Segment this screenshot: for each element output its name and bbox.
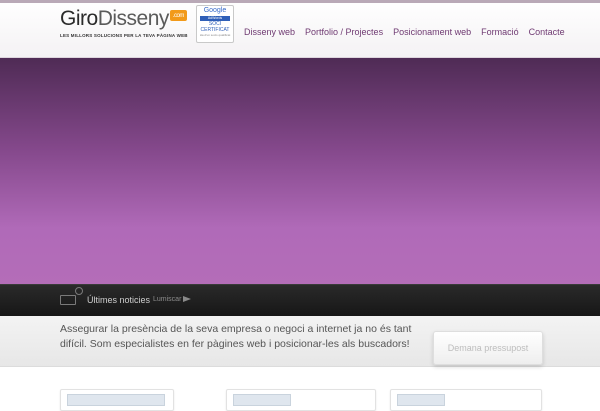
logo-tagline: LES MILLORS SOLUCIONS PER LA TEVA PÀGINA… bbox=[60, 33, 188, 38]
card-thumbnail bbox=[233, 394, 291, 406]
feature-cards-row bbox=[0, 384, 600, 411]
card-thumbnail bbox=[397, 394, 445, 406]
feature-card[interactable] bbox=[226, 389, 376, 411]
card-thumbnail bbox=[67, 394, 165, 406]
news-bar: Últimes noticies Lumiscar bbox=[0, 284, 600, 317]
feature-card[interactable] bbox=[60, 389, 174, 411]
news-item-link[interactable]: Lumiscar bbox=[153, 296, 181, 303]
promo-text: Assegurar la presència de la seva empres… bbox=[60, 323, 412, 350]
logo-name-part2: Disseny bbox=[97, 7, 170, 30]
clock-icon bbox=[75, 287, 83, 295]
promo-strip: Assegurar la presència de la seva empres… bbox=[0, 316, 600, 367]
tv-icon bbox=[60, 295, 76, 305]
top-accent-line bbox=[0, 0, 600, 3]
hero-banner bbox=[0, 58, 600, 285]
logo-domain-badge: .com bbox=[169, 10, 187, 21]
nav-item-contacte[interactable]: Contacte bbox=[529, 27, 565, 37]
nav-item-portfolio[interactable]: Portfolio / Projectes bbox=[305, 27, 383, 37]
nav-item-disseny-web[interactable]: Disseny web bbox=[244, 27, 295, 37]
logo-wordmark: GiroDisseny .com bbox=[60, 8, 188, 30]
site-logo[interactable]: GiroDisseny .com LES MILLORS SOLUCIONS PE… bbox=[60, 8, 188, 39]
site-header: GiroDisseny .com LES MILLORS SOLUCIONS PE… bbox=[0, 0, 600, 58]
badge-small-text: Ha d'un socis qualificat bbox=[199, 33, 231, 37]
request-quote-button[interactable]: Demana pressupost bbox=[433, 331, 543, 365]
main-nav: Disseny web Portfolio / Projectes Posici… bbox=[244, 27, 575, 37]
google-partner-badge[interactable]: Google AdWords SOCI CERTIFICAT Ha d'un s… bbox=[196, 5, 234, 43]
arrow-icon[interactable] bbox=[183, 296, 191, 302]
badge-google-text: Google bbox=[203, 7, 227, 14]
feature-card[interactable] bbox=[390, 389, 542, 411]
nav-item-formacio[interactable]: Formació bbox=[481, 27, 519, 37]
news-title: Últimes noticies bbox=[87, 295, 151, 305]
nav-item-posicionament[interactable]: Posicionament web bbox=[393, 27, 471, 37]
logo-name-part1: Giro bbox=[60, 7, 98, 30]
